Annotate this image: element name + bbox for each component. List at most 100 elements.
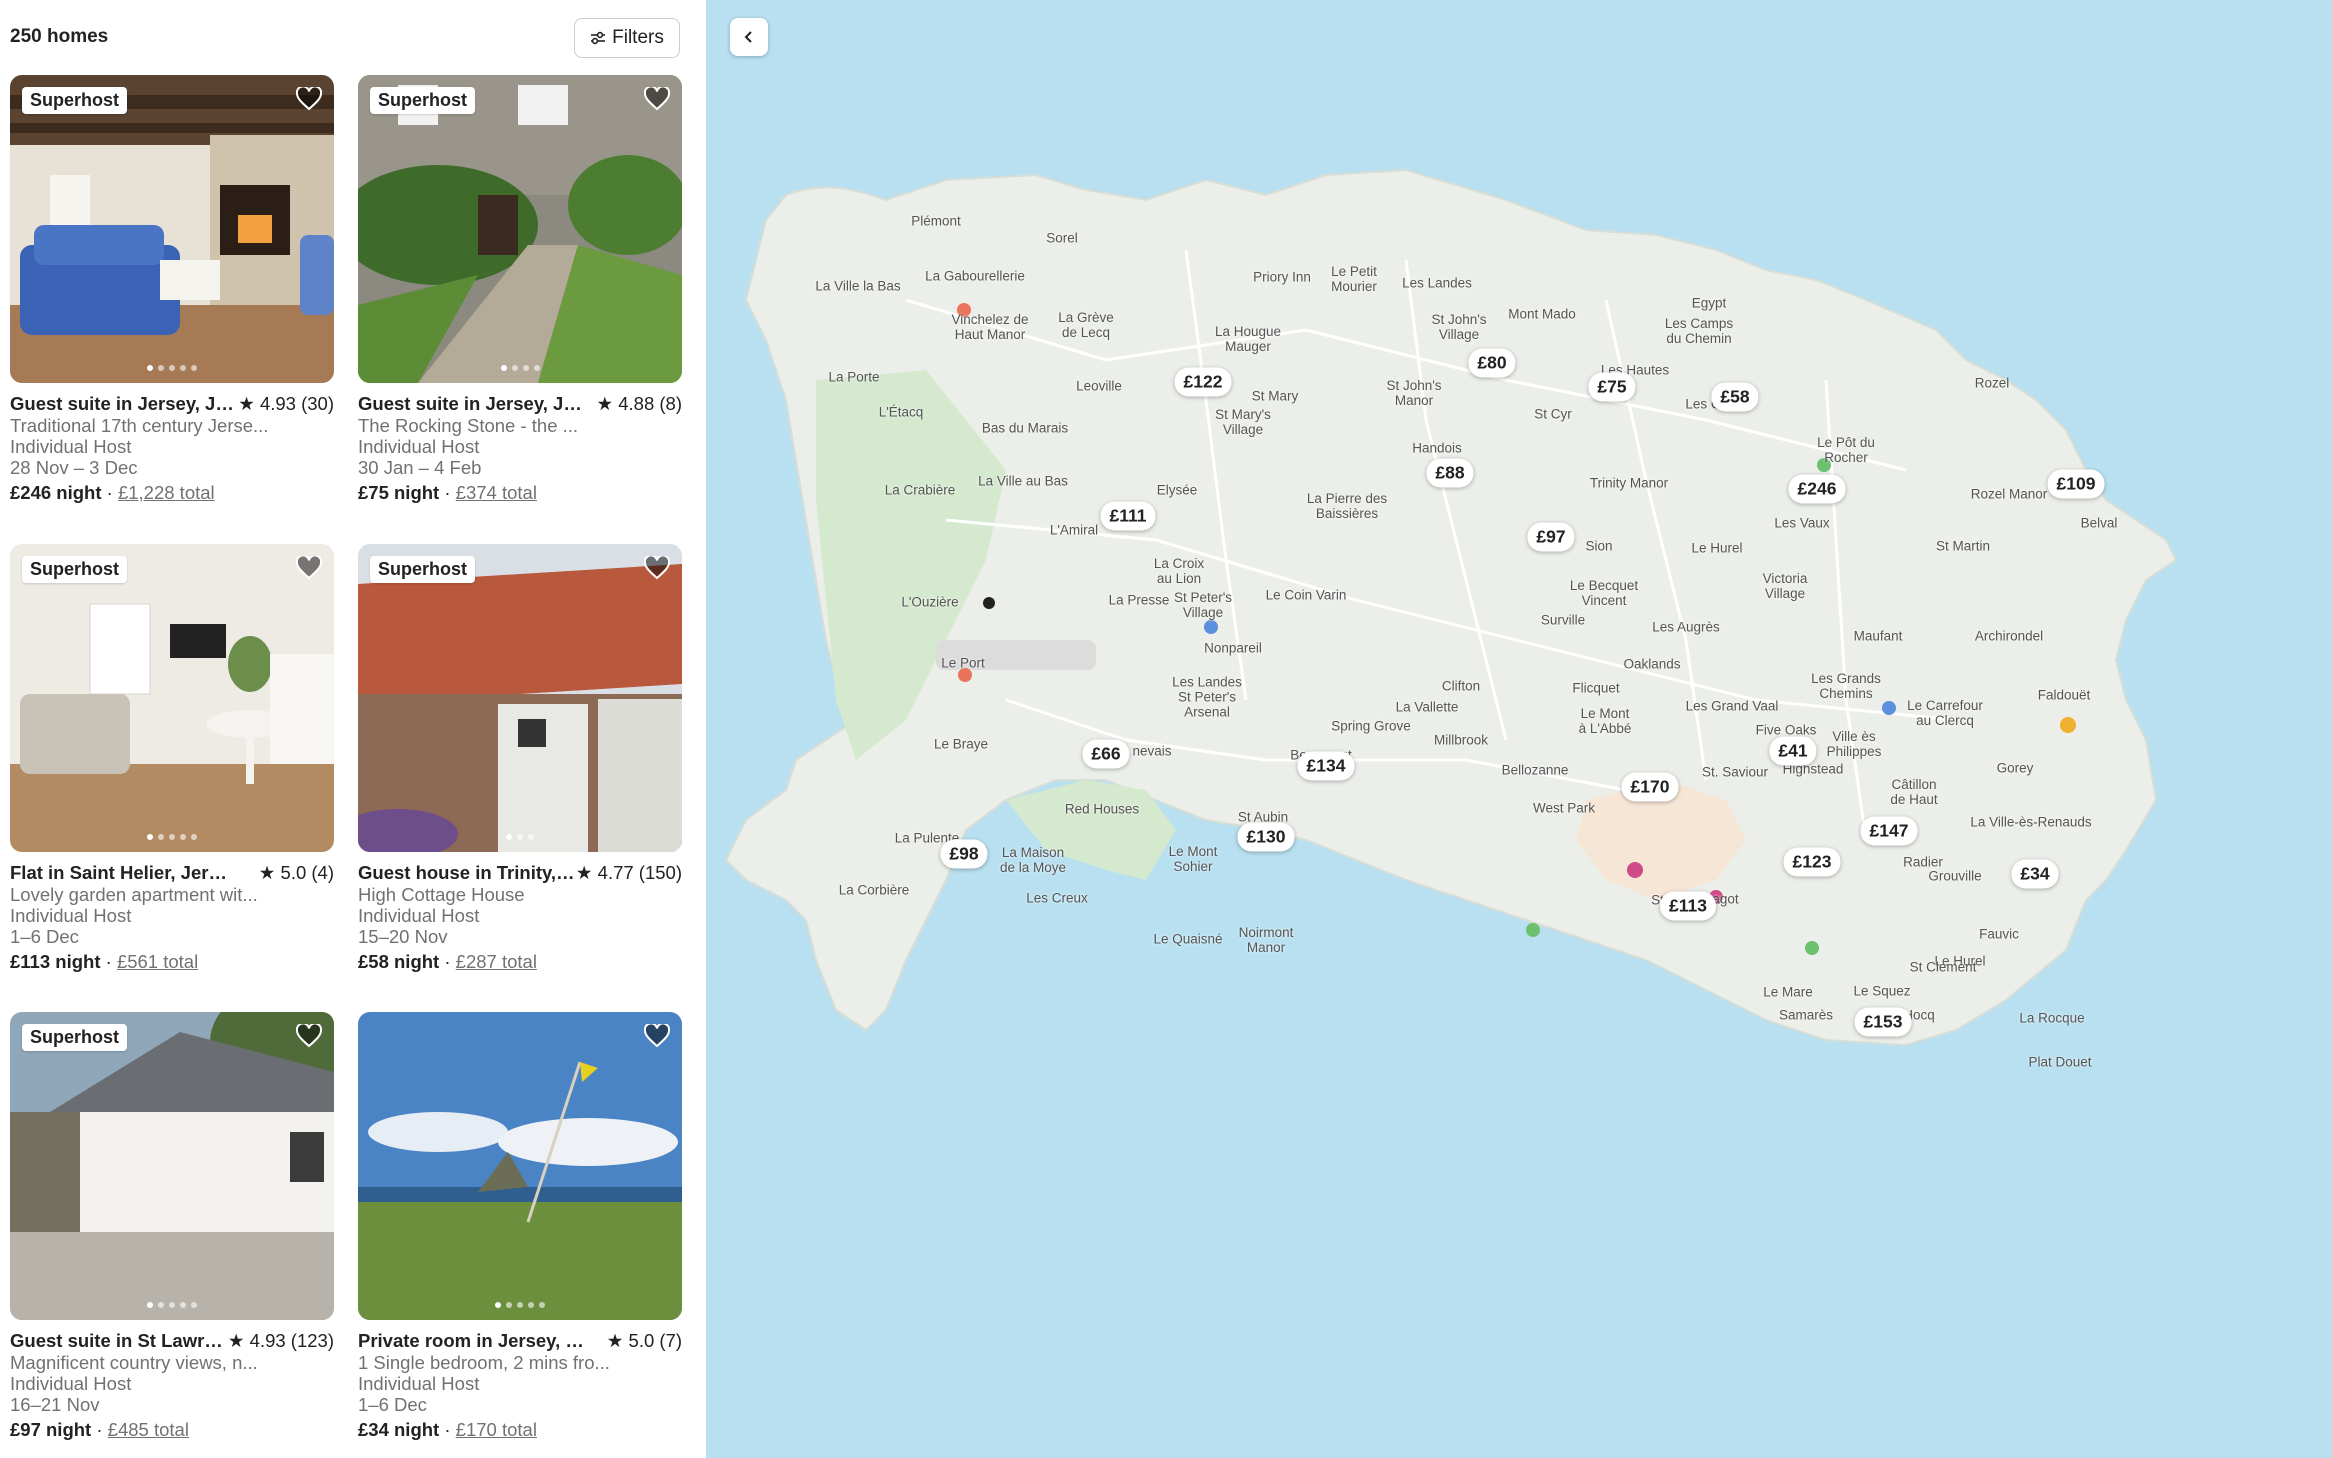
place-label: La Pierre des Baissières xyxy=(1306,491,1388,521)
listing-host: Individual Host xyxy=(10,1373,132,1394)
listing-host: Individual Host xyxy=(10,436,132,457)
listing-card[interactable]: Superhost Flat in Saint Helier, Jersey ★… xyxy=(10,544,334,974)
heart-icon[interactable] xyxy=(644,556,670,580)
place-label: Clifton xyxy=(1441,678,1481,694)
listing-card[interactable]: Private room in Jersey, Jers... ★ 5.0 (7… xyxy=(358,1012,682,1442)
place-label: La Ville la Bas xyxy=(815,278,901,294)
price-pin[interactable]: £111 xyxy=(1100,501,1156,531)
star-icon: ★ xyxy=(606,1330,624,1351)
place-label: Rozel xyxy=(1974,375,2010,391)
heart-icon[interactable] xyxy=(644,1024,670,1048)
price-pin[interactable]: £66 xyxy=(1082,739,1130,769)
listing-photo[interactable]: Superhost xyxy=(10,75,334,383)
listing-price: £113 night · £561 total xyxy=(10,950,334,974)
price-pin[interactable]: £98 xyxy=(940,839,988,869)
listing-photo[interactable] xyxy=(358,1012,682,1320)
listing-card[interactable]: Superhost Guest suite in Jersey, Jers...… xyxy=(358,75,682,505)
place-label: Le Port xyxy=(941,655,985,671)
place-label: La Ville-ès-Renauds xyxy=(1970,814,2092,830)
listing-photo[interactable]: Superhost xyxy=(358,544,682,852)
place-label: Gorey xyxy=(1996,760,2034,776)
place-label: Les Landes xyxy=(1402,275,1472,291)
price-pin[interactable]: £122 xyxy=(1174,367,1232,397)
price-pin[interactable]: £75 xyxy=(1588,372,1636,402)
price-pin[interactable]: £88 xyxy=(1426,458,1474,488)
place-label: Spring Grove xyxy=(1331,718,1411,734)
listing-rating: ★ 5.0 (4) xyxy=(258,862,334,883)
photo-stone-cottage-path xyxy=(358,75,682,383)
place-label: Mont Mado xyxy=(1508,306,1576,322)
listing-title: Private room in Jersey, Jers... xyxy=(358,1330,584,1351)
listing-price: £246 night · £1,228 total xyxy=(10,481,334,505)
total-price-link[interactable]: £287 total xyxy=(456,951,537,972)
place-label: St Mary xyxy=(1251,388,1299,404)
superhost-badge: Superhost xyxy=(370,556,476,583)
nightly-price: £75 night xyxy=(358,482,440,503)
place-label: La Vallette xyxy=(1395,699,1459,715)
listing-rating: ★ 4.88 (8) xyxy=(596,393,683,414)
total-price-link[interactable]: £485 total xyxy=(108,1419,189,1440)
place-label: Leoville xyxy=(1076,378,1122,394)
place-label: Le Carrefour au Clercq xyxy=(1907,698,1983,728)
price-pin[interactable]: £80 xyxy=(1468,348,1516,378)
heart-icon[interactable] xyxy=(644,87,670,111)
listing-photo[interactable]: Superhost xyxy=(10,1012,334,1320)
price-pin[interactable]: £153 xyxy=(1854,1007,1912,1037)
place-label: Le Quaisné xyxy=(1153,931,1223,947)
place-label: La Hougue Mauger xyxy=(1214,324,1282,354)
results-count: 250 homes xyxy=(10,26,109,47)
price-pin[interactable]: £113 xyxy=(1660,891,1716,921)
price-pin[interactable]: £123 xyxy=(1783,847,1841,877)
listing-card[interactable]: Superhost Guest suite in St Lawre... ★ 4… xyxy=(10,1012,334,1442)
heart-icon[interactable] xyxy=(296,1024,322,1048)
price-pin[interactable]: £170 xyxy=(1621,772,1679,802)
map-panel[interactable]: Plémont Sorel La Ville la Bas La Gabourelle… xyxy=(706,0,2332,1458)
place-label: Plémont xyxy=(911,213,961,229)
listing-card[interactable]: Superhost Guest house in Trinity, J... ★… xyxy=(358,544,682,974)
price-pin[interactable]: £130 xyxy=(1237,822,1295,852)
place-label: nevais xyxy=(1132,743,1172,759)
heart-icon[interactable] xyxy=(296,556,322,580)
place-label: Les Landes St Peter's Arsenal xyxy=(1172,674,1242,720)
place-label: La Presse xyxy=(1108,592,1170,608)
listing-dates: 30 Jan – 4 Feb xyxy=(358,457,482,478)
heart-icon[interactable] xyxy=(296,87,322,111)
price-pin[interactable]: £147 xyxy=(1860,816,1918,846)
total-price-link[interactable]: £374 total xyxy=(456,482,537,503)
place-label: Maufant xyxy=(1853,628,1903,644)
price-pin[interactable]: £246 xyxy=(1788,474,1846,504)
poi-marker xyxy=(1526,923,1540,937)
listing-host: Individual Host xyxy=(10,905,132,926)
photo-pagination-dots xyxy=(358,365,682,371)
price-pin[interactable]: £97 xyxy=(1527,522,1575,552)
collapse-map-button[interactable] xyxy=(730,18,768,56)
poi-marker xyxy=(2060,717,2076,733)
place-label: Les Grands Chemins xyxy=(1811,671,1881,701)
star-icon: ★ xyxy=(575,862,593,883)
price-pin[interactable]: £134 xyxy=(1297,751,1355,781)
place-label: La Gabourellerie xyxy=(925,268,1025,284)
listing-card[interactable]: Superhost Guest suite in Jersey, Jer... … xyxy=(10,75,334,505)
listing-price: £75 night · £374 total xyxy=(358,481,682,505)
place-label: La Maison de la Moye xyxy=(999,845,1067,875)
price-pin[interactable]: £58 xyxy=(1711,382,1759,412)
price-pin[interactable]: £41 xyxy=(1769,736,1817,766)
place-label: Handois xyxy=(1412,440,1462,456)
photo-white-cottage-patio xyxy=(10,1012,334,1320)
total-price-link[interactable]: £1,228 total xyxy=(118,482,215,503)
place-label: Archirondel xyxy=(1974,628,2044,644)
listing-price: £97 night · £485 total xyxy=(10,1418,334,1442)
price-separator: · xyxy=(439,482,456,503)
total-price-link[interactable]: £561 total xyxy=(117,951,198,972)
photo-pagination-dots xyxy=(358,1302,682,1308)
listing-photo[interactable]: Superhost xyxy=(358,75,682,383)
price-pin[interactable]: £34 xyxy=(2011,859,2059,889)
place-label: L'Ouzière xyxy=(901,594,959,610)
filters-button[interactable]: Filters xyxy=(574,18,680,58)
listing-dates: 1–6 Dec xyxy=(10,926,79,947)
place-label: St John's Village xyxy=(1431,312,1487,342)
listing-price: £58 night · £287 total xyxy=(358,950,682,974)
total-price-link[interactable]: £170 total xyxy=(456,1419,537,1440)
price-pin[interactable]: £109 xyxy=(2047,469,2105,499)
listing-photo[interactable]: Superhost xyxy=(10,544,334,852)
